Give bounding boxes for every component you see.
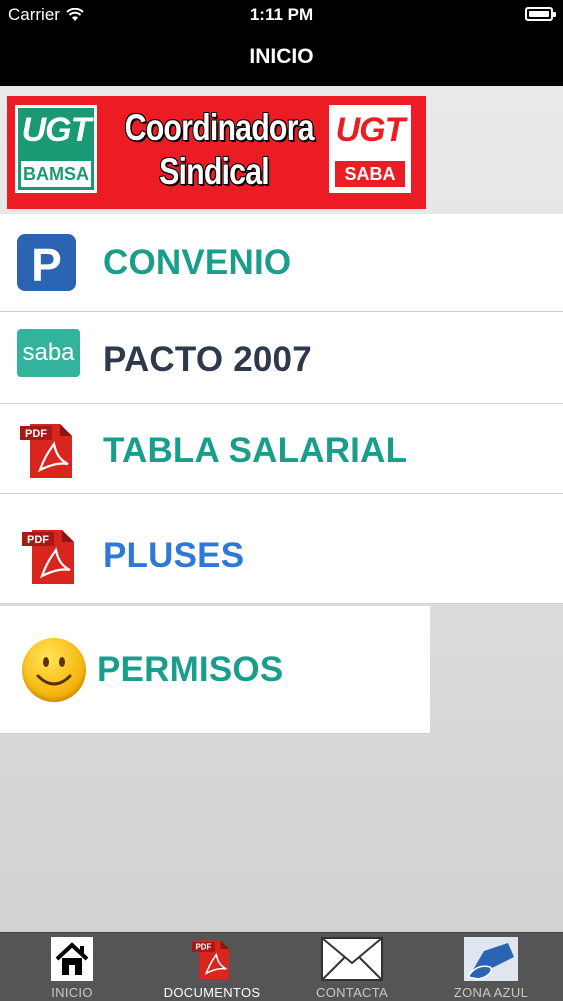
coordinadora-banner: UGT BAMSA Coordinadora Sindical UGT SABA: [7, 96, 426, 209]
svg-text:PDF: PDF: [27, 534, 49, 546]
menu-item-convenio[interactable]: CONVENIO: [0, 214, 563, 312]
navigation-bar: INICIO: [0, 30, 563, 86]
banner-title: Coordinadora Sindical: [124, 106, 315, 194]
saba-logo-text: saba: [22, 339, 75, 366]
menu-item-label: PERMISOS: [97, 650, 284, 689]
saba-logo-icon: saba: [17, 329, 80, 377]
ugt-bamsa-logo: UGT BAMSA: [15, 105, 97, 193]
ugt-bamsa-logo-top: UGT: [21, 111, 92, 149]
tab-zona-azul[interactable]: ZONA AZUL: [421, 933, 561, 1001]
ugt-bamsa-logo-bottom: BAMSA: [21, 161, 91, 187]
ugt-saba-logo: UGT SABA: [329, 105, 411, 193]
menu-item-label: PACTO 2007: [103, 340, 312, 379]
ugt-saba-logo-top: UGT: [335, 111, 406, 149]
svg-text:PDF: PDF: [196, 943, 212, 952]
menu-item-pluses[interactable]: PDF PLUSES: [0, 494, 563, 604]
pdf-icon: PDF: [20, 424, 72, 478]
status-bar: Carrier 1:11 PM: [0, 0, 563, 30]
ugt-saba-logo-bottom: SABA: [335, 161, 405, 187]
tab-label: INICIO: [51, 985, 93, 1000]
menu-item-tabla-salarial[interactable]: PDF TABLA SALARIAL: [0, 404, 563, 494]
tab-label: CONTACTA: [316, 985, 388, 1000]
tab-documentos[interactable]: PDF DOCUMENTOS: [142, 933, 282, 1001]
tab-label: ZONA AZUL: [453, 985, 529, 1000]
menu-item-label: TABLA SALARIAL: [103, 431, 408, 470]
tab-bar: INICIO PDF DOCUMENTOS CONTACTA ZONA AZUL: [0, 932, 563, 1001]
tab-label: DOCUMENTOS: [163, 985, 261, 1000]
home-icon: [51, 937, 93, 981]
menu-item-label: CONVENIO: [103, 243, 292, 282]
envelope-icon: [321, 937, 383, 981]
svg-text:PDF: PDF: [25, 428, 47, 440]
tab-inicio[interactable]: INICIO: [2, 933, 142, 1001]
banner-title-line1: Coordinadora: [124, 107, 315, 148]
smiley-icon: [22, 638, 86, 702]
menu-item-label: PLUSES: [103, 536, 245, 575]
parking-icon: [17, 234, 76, 292]
menu-item-pacto-2007[interactable]: saba PACTO 2007: [0, 312, 563, 404]
pdf-icon: PDF: [192, 940, 230, 979]
banner-title-line2: Sindical: [159, 151, 270, 192]
pdf-icon: PDF: [22, 530, 74, 584]
menu-item-permisos[interactable]: PERMISOS: [0, 606, 430, 734]
page-title: INICIO: [249, 45, 314, 68]
hand-card-icon: [464, 937, 518, 981]
battery-icon: [525, 7, 556, 21]
tab-contacta[interactable]: CONTACTA: [282, 933, 422, 1001]
status-time: 1:11 PM: [249, 5, 314, 24]
